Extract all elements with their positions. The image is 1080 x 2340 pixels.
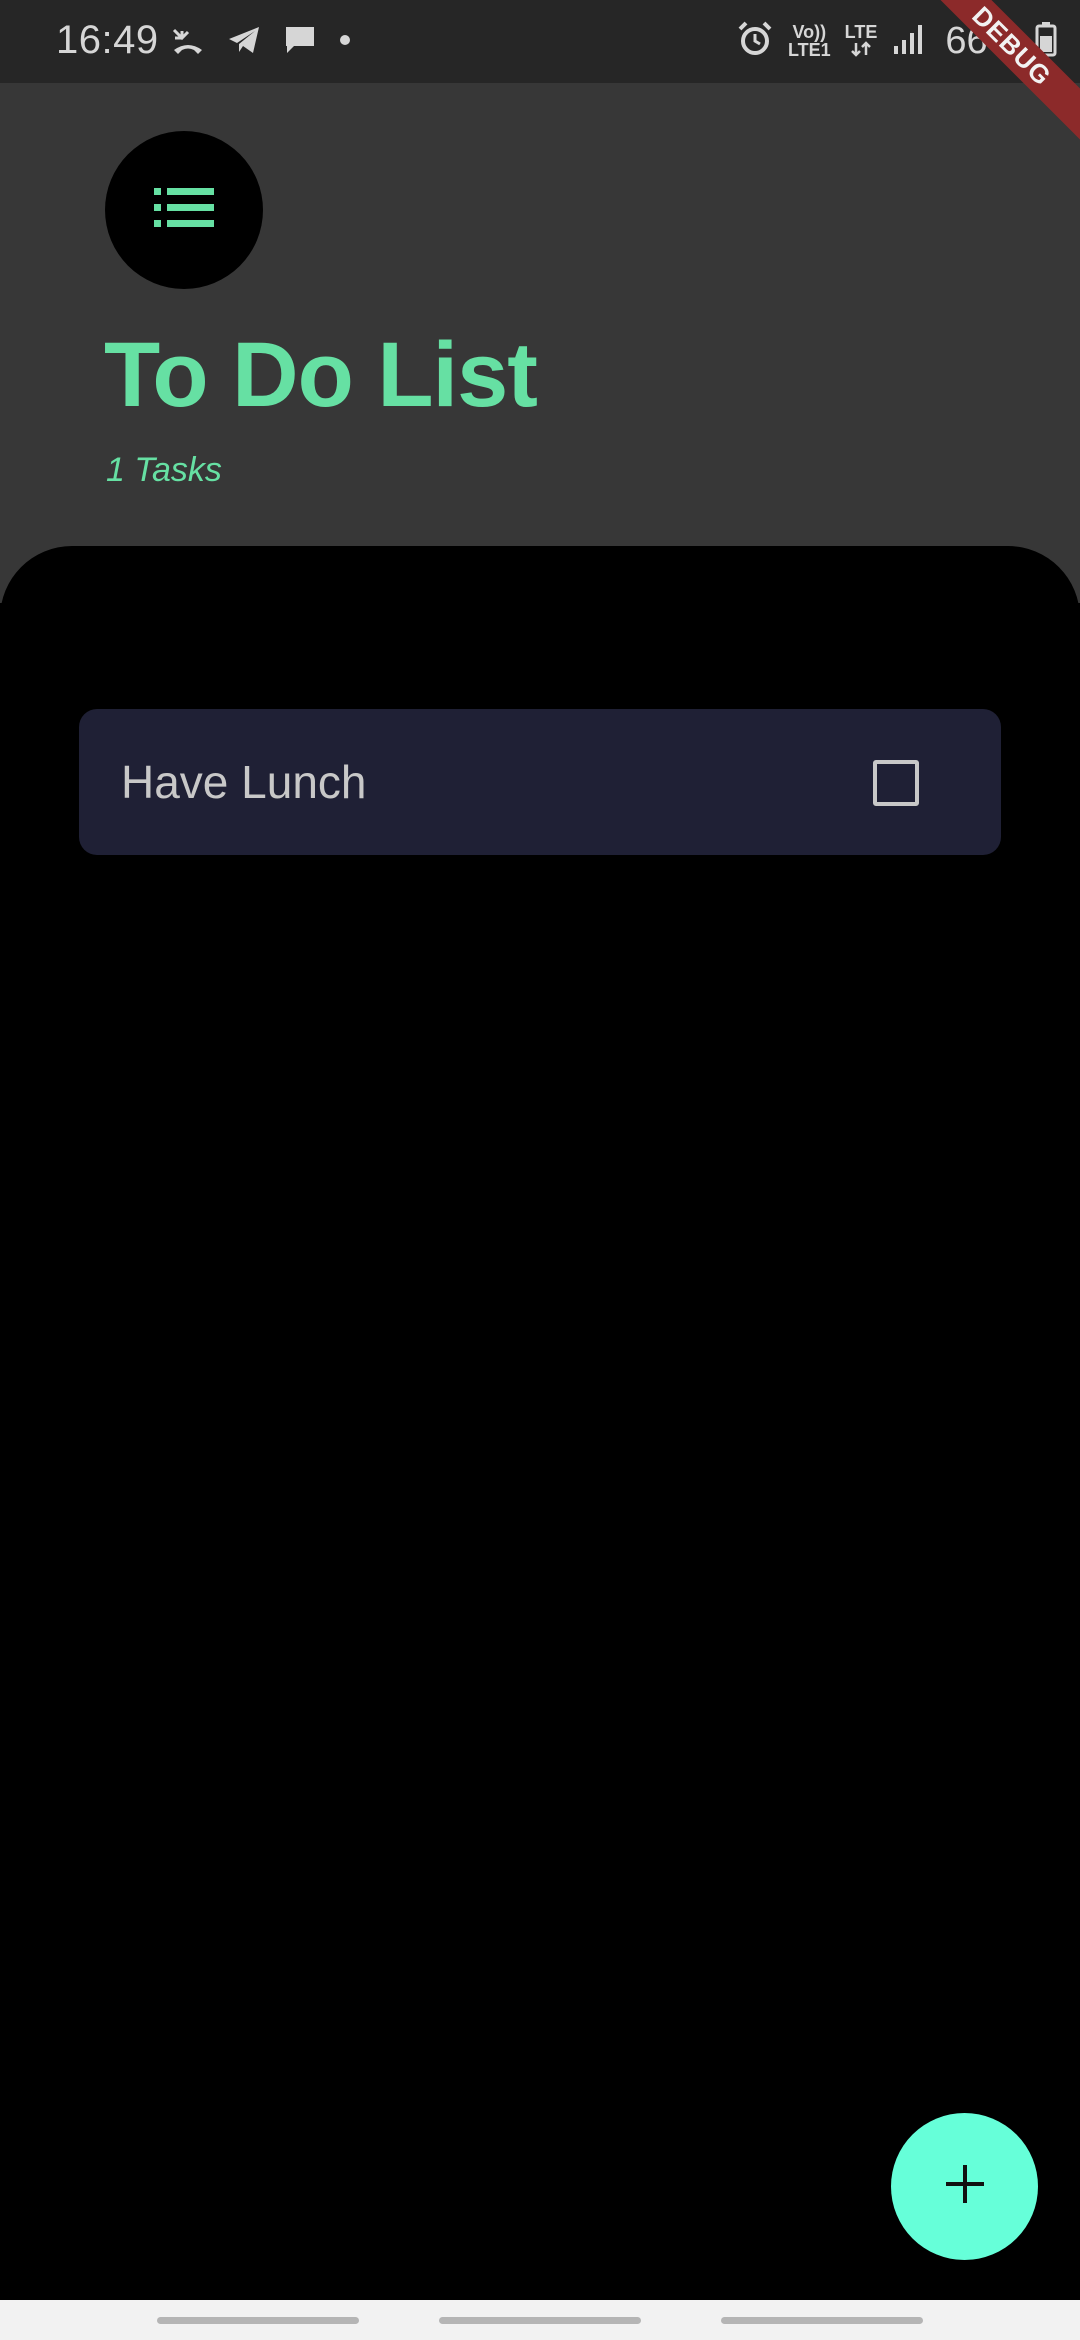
volte-icon: Vo)) LTE1 xyxy=(788,23,831,59)
telegram-icon xyxy=(226,22,262,63)
navigation-bar xyxy=(0,2300,1080,2340)
task-title: Have Lunch xyxy=(121,756,367,808)
task-count: 1 Tasks xyxy=(106,451,222,489)
menu-button[interactable] xyxy=(105,131,263,289)
alarm-icon xyxy=(736,20,774,63)
status-bar: 16:49 Vo)) LTE1 LTE DEBUG xyxy=(0,0,1080,151)
header: To Do List 1 Tasks xyxy=(0,83,1080,603)
volte-label-bottom: LTE1 xyxy=(788,40,831,60)
task-checkbox[interactable] xyxy=(873,760,919,806)
list-icon xyxy=(154,186,214,235)
volte-label-top: Vo)) xyxy=(792,22,827,42)
message-icon xyxy=(282,22,318,63)
signal-icon xyxy=(891,22,925,61)
plus-icon xyxy=(944,2163,986,2210)
missed-call-icon xyxy=(170,22,206,63)
nav-home-button[interactable] xyxy=(439,2317,641,2324)
lte-label: LTE xyxy=(844,21,878,42)
nav-back-button[interactable] xyxy=(721,2317,923,2324)
page-title: To Do List xyxy=(104,324,538,426)
dot-icon xyxy=(338,33,352,52)
task-item[interactable]: Have Lunch xyxy=(79,709,1001,855)
nav-recents-button[interactable] xyxy=(157,2317,359,2324)
lte-icon: LTE xyxy=(844,21,878,60)
add-task-button[interactable] xyxy=(891,2113,1038,2260)
screen: 16:49 Vo)) LTE1 LTE DEBUG To Do List 1 T… xyxy=(0,0,1080,2340)
task-list-panel: Have Lunch xyxy=(0,546,1080,2296)
notification-icons xyxy=(170,20,352,64)
status-time: 16:49 xyxy=(56,18,159,62)
